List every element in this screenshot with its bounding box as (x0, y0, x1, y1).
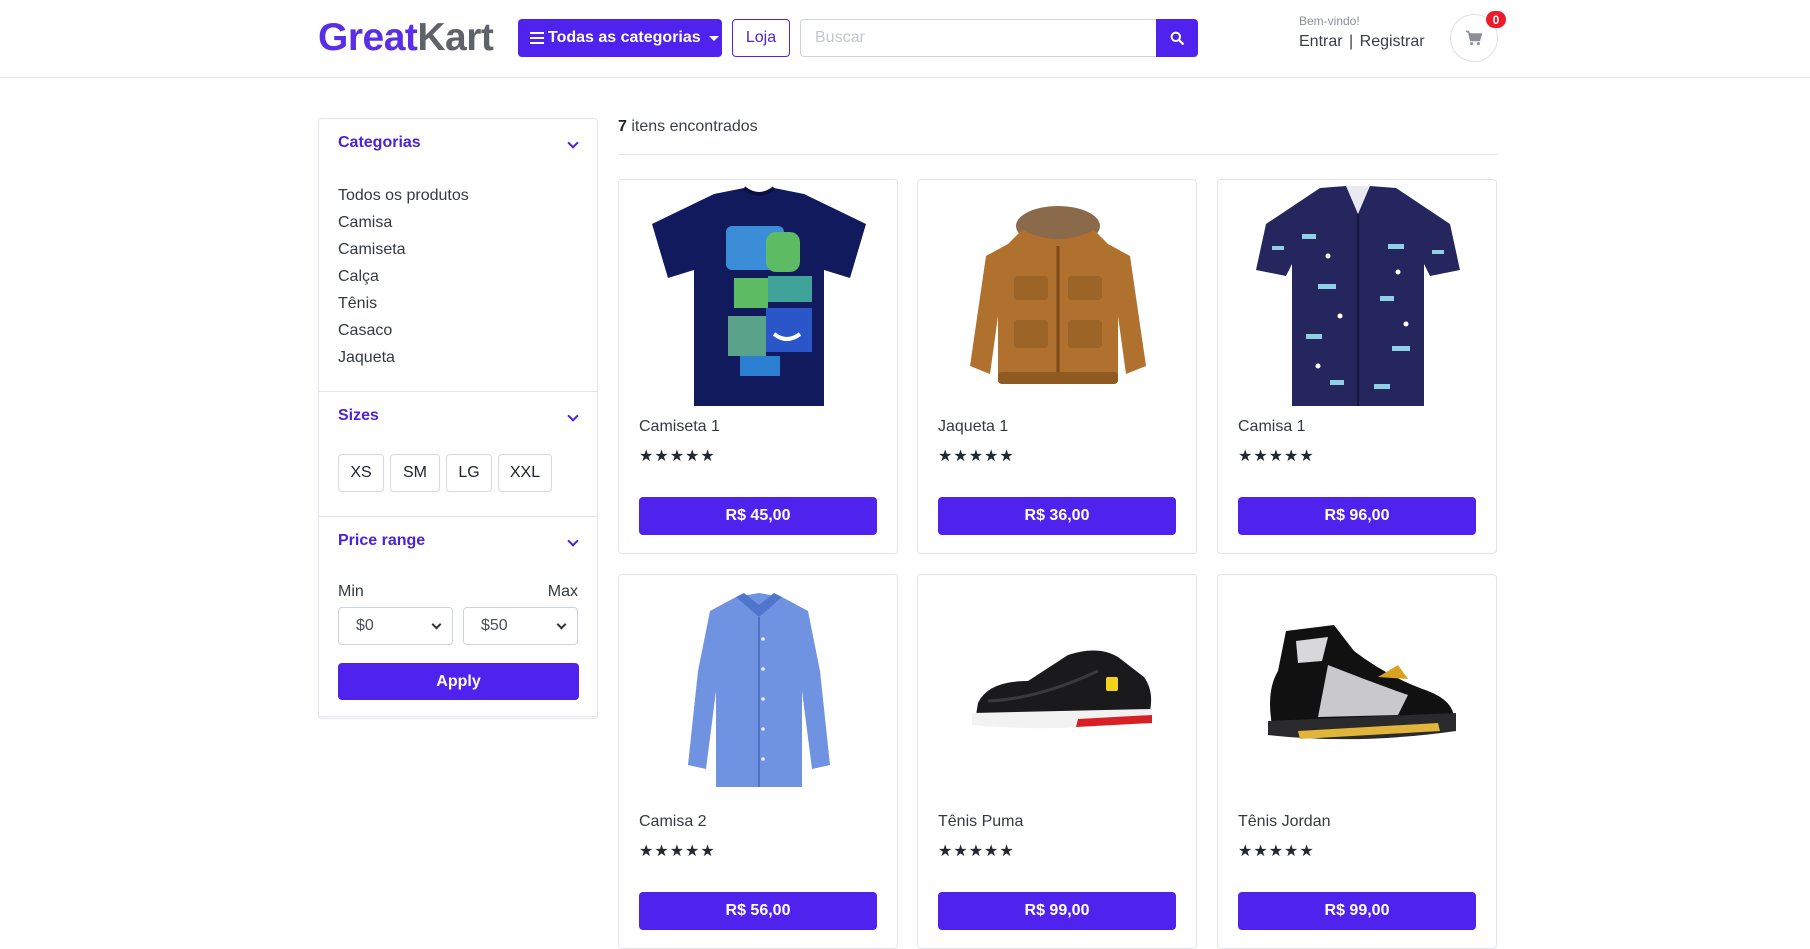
tshirt-image[interactable] (619, 180, 897, 412)
size-option-xs[interactable]: XS (338, 454, 384, 492)
search-icon (1170, 31, 1184, 45)
size-option-xxl[interactable]: XXL (498, 454, 552, 492)
star-rating: ★★★★★ (639, 843, 716, 860)
auth-separator: | (1349, 33, 1354, 50)
star-rating: ★★★★★ (1238, 448, 1315, 465)
top-header: GreatKart Todas as categorias Loja Bem-v… (0, 0, 1810, 78)
cart-count-badge: 0 (1486, 11, 1506, 28)
sizes-filter-title[interactable]: Sizes (338, 407, 379, 425)
product-name[interactable]: Tênis Jordan (1238, 813, 1331, 831)
min-price-label: Min (338, 583, 364, 600)
product-card[interactable]: Camisa 2 ★★★★★ R$ 56,00 (618, 574, 898, 949)
category-item-all[interactable]: Todos os produtos (338, 182, 469, 209)
welcome-text: Bem-vindo! (1299, 14, 1360, 28)
star-rating: ★★★★★ (639, 448, 716, 465)
product-card[interactable]: Jaqueta 1 ★★★★★ R$ 36,00 (917, 179, 1197, 554)
sneaker-image[interactable] (1218, 575, 1496, 807)
apply-button[interactable]: Apply (338, 663, 579, 700)
sneaker-image[interactable] (918, 575, 1196, 807)
price-button[interactable]: R$ 45,00 (639, 497, 877, 535)
size-option-lg[interactable]: LG (446, 454, 492, 492)
product-name[interactable]: Tênis Puma (938, 813, 1023, 831)
size-options: XS SM LG XXL (338, 454, 552, 492)
max-price-select[interactable]: $50 (463, 607, 578, 645)
chevron-down-icon[interactable] (567, 137, 579, 149)
price-filter-title[interactable]: Price range (338, 532, 425, 550)
category-item-camiseta[interactable]: Camiseta (338, 236, 469, 263)
store-button-label: Loja (745, 29, 777, 46)
categories-filter-title[interactable]: Categorias (338, 134, 421, 152)
results-count-label: itens encontrados (631, 118, 758, 135)
chevron-down-icon[interactable] (567, 410, 579, 422)
max-price-label: Max (547, 583, 578, 600)
product-card[interactable]: Tênis Puma ★★★★★ R$ 99,00 (917, 574, 1197, 949)
register-link[interactable]: Registrar (1360, 33, 1425, 50)
product-name[interactable]: Camisa 1 (1238, 418, 1306, 436)
categories-filter: Categorias Todos os produtos Camisa Cami… (319, 119, 597, 392)
price-button[interactable]: R$ 36,00 (938, 497, 1176, 535)
login-link[interactable]: Entrar (1299, 33, 1343, 50)
price-button[interactable]: R$ 99,00 (1238, 892, 1476, 930)
product-name[interactable]: Camiseta 1 (639, 418, 720, 436)
price-button[interactable]: R$ 96,00 (1238, 497, 1476, 535)
caret-down-icon (708, 35, 719, 41)
product-card[interactable]: Camiseta 1 ★★★★★ R$ 45,00 (618, 179, 898, 554)
results-divider (618, 154, 1498, 155)
product-card[interactable]: Camisa 1 ★★★★★ R$ 96,00 (1217, 179, 1497, 554)
logo[interactable]: GreatKart (318, 14, 494, 62)
size-option-sm[interactable]: SM (390, 454, 440, 492)
product-name[interactable]: Jaqueta 1 (938, 418, 1008, 436)
search-button[interactable] (1156, 19, 1198, 57)
category-list: Todos os produtos Camisa Camiseta Calça … (338, 182, 469, 371)
results-count-number: 7 (618, 118, 627, 135)
category-item-camisa[interactable]: Camisa (338, 209, 469, 236)
all-categories-button[interactable]: Todas as categorias (518, 19, 722, 57)
star-rating: ★★★★★ (938, 843, 1015, 860)
jacket-image[interactable] (918, 180, 1196, 412)
store-button[interactable]: Loja (732, 19, 790, 57)
price-button[interactable]: R$ 56,00 (639, 892, 877, 930)
min-price-value: $0 (356, 617, 374, 634)
all-categories-label: Todas as categorias (548, 29, 701, 46)
search-input[interactable] (800, 19, 1156, 57)
category-item-tenis[interactable]: Tênis (338, 290, 469, 317)
product-name[interactable]: Camisa 2 (639, 813, 707, 831)
category-item-casaco[interactable]: Casaco (338, 317, 469, 344)
product-card[interactable]: Tênis Jordan ★★★★★ R$ 99,00 (1217, 574, 1497, 949)
logo-part-1: Great (318, 16, 418, 59)
shirt-image[interactable] (619, 575, 897, 807)
shirt-image[interactable] (1218, 180, 1496, 412)
menu-icon (530, 29, 544, 47)
star-rating: ★★★★★ (938, 448, 1015, 465)
results-count: 7 itens encontrados (618, 118, 758, 136)
price-button[interactable]: R$ 99,00 (938, 892, 1176, 930)
chevron-down-icon[interactable] (567, 535, 579, 547)
star-rating: ★★★★★ (1238, 843, 1315, 860)
max-price-value: $50 (481, 617, 508, 634)
category-item-jaqueta[interactable]: Jaqueta (338, 344, 469, 371)
filters-sidebar: Categorias Todos os produtos Camisa Cami… (318, 118, 598, 719)
chevron-down-icon (431, 619, 442, 630)
auth-links: Entrar | Registrar (1299, 33, 1425, 51)
category-item-calca[interactable]: Calça (338, 263, 469, 290)
logo-part-2: Kart (417, 16, 494, 59)
chevron-down-icon (556, 619, 567, 630)
shopping-cart-icon (1466, 30, 1483, 46)
min-price-select[interactable]: $0 (338, 607, 453, 645)
